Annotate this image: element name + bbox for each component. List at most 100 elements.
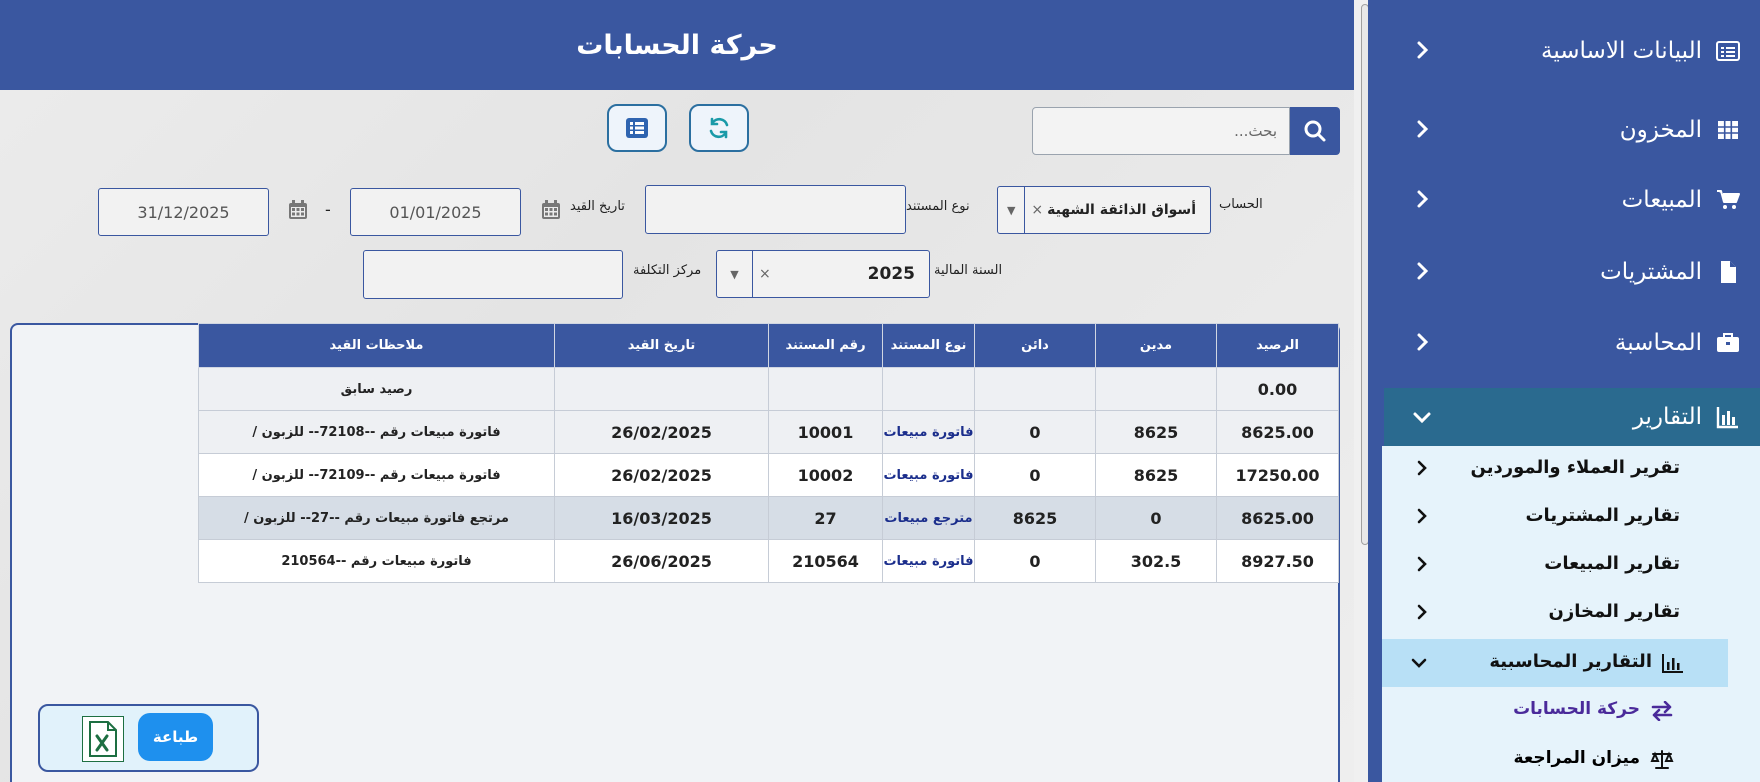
cell-entry-date: 26/06/2025 [554, 539, 769, 583]
sidebar-item-label: التقارير المحاسبية [1489, 651, 1652, 672]
date-label: تاريخ القيد [570, 199, 625, 214]
chevron-left-icon [1417, 333, 1429, 351]
sidebar-item-purchases[interactable]: المشتريات [1368, 246, 1760, 298]
cart-icon [1717, 190, 1740, 209]
excel-export-button[interactable] [82, 716, 124, 762]
excel-icon [89, 721, 117, 757]
chevron-down-icon[interactable]: ▼ [717, 251, 753, 297]
cell-balance: 0.00 [1216, 367, 1339, 411]
fiscal-year-value: 2025 [867, 264, 915, 284]
date-to-field[interactable]: 31/12/2025 [98, 188, 269, 236]
sidebar-item-sales[interactable]: المبيعات [1368, 174, 1760, 226]
calendar-icon[interactable] [541, 200, 561, 220]
table-row[interactable]: 0.00 رصيد سابق [198, 367, 1339, 411]
clear-year-icon[interactable]: × [759, 266, 771, 282]
sidebar-item-label: ميزان المراجعة [1513, 748, 1640, 768]
column-header-balance[interactable]: الرصيد [1216, 323, 1339, 368]
table-row[interactable]: 8927.50 302.5 0 فاتورة مبيعات 210564 26/… [198, 539, 1339, 583]
sidebar-item-customers-suppliers-report[interactable]: تقرير العملاء والموردين [1382, 449, 1760, 489]
sidebar-item-reports[interactable]: التقارير [1384, 388, 1760, 446]
chevron-down-icon[interactable]: ▼ [998, 187, 1026, 233]
balance-scale-icon [1650, 750, 1674, 769]
fiscal-year-label: السنة المالية [934, 263, 1003, 278]
date-from-field[interactable]: 01/01/2025 [350, 188, 521, 236]
cost-center-select[interactable] [363, 250, 623, 299]
account-select[interactable]: أسواق الذائقة الشهية × ▼ [997, 186, 1211, 234]
exchange-icon [1651, 701, 1673, 721]
calendar-icon[interactable] [288, 200, 308, 220]
search-input[interactable] [1033, 108, 1289, 154]
cell-doc-type[interactable]: فاتورة مبيعات [882, 453, 975, 497]
column-header-credit[interactable]: دائن [974, 323, 1096, 368]
chart-icon [1662, 654, 1683, 673]
cell-doc-number: 210564 [768, 539, 883, 583]
chevron-left-icon [1417, 604, 1427, 620]
chevron-left-icon [1417, 190, 1429, 208]
sidebar-item-basic-data[interactable]: البيانات الاساسية [1368, 25, 1760, 77]
sidebar-item-trial-balance[interactable]: ميزان المراجعة [1382, 741, 1760, 779]
sidebar-item-label: تقارير المبيعات [1544, 553, 1680, 574]
clear-account-icon[interactable]: × [1031, 202, 1043, 218]
cost-center-label: مركز التكلفة [633, 263, 702, 278]
page-header: حركة الحسابات [0, 0, 1354, 90]
cell-credit: 0 [974, 539, 1096, 583]
cell-balance: 8625.00 [1216, 496, 1339, 540]
sidebar-item-warehouse-reports[interactable]: تقارير المخازن [1382, 593, 1760, 633]
doc-type-label: نوع المستند [906, 199, 970, 214]
chevron-left-icon [1417, 460, 1427, 476]
chevron-left-icon [1417, 120, 1429, 138]
sidebar-item-purchases-reports[interactable]: تقارير المشتريات [1382, 497, 1760, 537]
print-button[interactable]: طباعة [138, 713, 213, 761]
cell-debit: 8625 [1095, 453, 1217, 497]
date-from-value: 01/01/2025 [389, 202, 482, 222]
sidebar-item-account-movements[interactable]: حركة الحسابات [1382, 692, 1760, 730]
list-view-button[interactable] [607, 104, 667, 152]
sidebar-item-accounting-reports[interactable]: التقارير المحاسبية [1382, 639, 1728, 687]
doc-type-select[interactable] [645, 185, 906, 234]
table-row[interactable]: 17250.00 8625 0 فاتورة مبيعات 10002 26/0… [198, 453, 1339, 497]
search-field[interactable] [1032, 107, 1290, 155]
cell-doc-number: 10001 [768, 410, 883, 454]
search-icon [1304, 120, 1326, 142]
column-header-notes[interactable]: ملاحظات القيد [198, 323, 555, 368]
cell-notes: مرتجع فاتورة مبيعات رقم --27-- للزبون / [198, 496, 555, 540]
chevron-left-icon [1417, 508, 1427, 524]
cell-doc-number: 10002 [768, 453, 883, 497]
column-header-doc-type[interactable]: نوع المستند [882, 323, 975, 368]
cell-doc-type[interactable]: فاتورة مبيعات [882, 539, 975, 583]
sidebar-item-sales-reports[interactable]: تقارير المبيعات [1382, 545, 1760, 585]
sidebar-item-label: تقرير العملاء والموردين [1470, 457, 1680, 478]
cell-entry-date: 16/03/2025 [554, 496, 769, 540]
column-header-debit[interactable]: مدين [1095, 323, 1217, 368]
sidebar-item-label: تقارير المشتريات [1525, 505, 1680, 526]
briefcase-icon [1717, 333, 1739, 352]
cell-notes: رصيد سابق [198, 367, 555, 411]
cell-doc-type[interactable]: مترجع مبيعات [882, 496, 975, 540]
chevron-down-icon [1411, 658, 1427, 668]
sidebar-item-label: المشتريات [1600, 259, 1702, 285]
column-header-doc-number[interactable]: رقم المستند [768, 323, 883, 368]
cell-balance: 8927.50 [1216, 539, 1339, 583]
cell-doc-number: 27 [768, 496, 883, 540]
sidebar-item-inventory[interactable]: المخزون [1368, 104, 1760, 156]
table-row[interactable]: 8625.00 8625 0 فاتورة مبيعات 10001 26/02… [198, 410, 1339, 454]
chevron-left-icon [1417, 262, 1429, 280]
cell-doc-type[interactable]: فاتورة مبيعات [882, 410, 975, 454]
cell-notes: فاتورة مبيعات رقم --72108-- للزبون / [198, 410, 555, 454]
search-button[interactable] [1290, 107, 1340, 155]
refresh-button[interactable] [689, 104, 749, 152]
cell-doc-type [882, 367, 975, 411]
fiscal-year-select[interactable]: 2025 × ▼ [716, 250, 930, 298]
list-icon [626, 118, 648, 138]
sidebar-item-label: تقارير المخازن [1548, 601, 1680, 622]
sidebar-item-label: التقارير [1632, 404, 1702, 430]
sidebar-item-accounting[interactable]: المحاسبة [1368, 317, 1760, 369]
cell-doc-number [768, 367, 883, 411]
account-label: الحساب [1219, 197, 1263, 212]
transactions-table: الرصيد مدين دائن نوع المستند رقم المستند… [198, 323, 1339, 583]
column-header-entry-date[interactable]: تاريخ القيد [554, 323, 769, 368]
sidebar-item-label: المخزون [1619, 117, 1702, 143]
date-to-value: 31/12/2025 [137, 202, 230, 222]
table-row[interactable]: 8625.00 0 8625 مترجع مبيعات 27 16/03/202… [198, 496, 1339, 540]
cell-debit [1095, 367, 1217, 411]
